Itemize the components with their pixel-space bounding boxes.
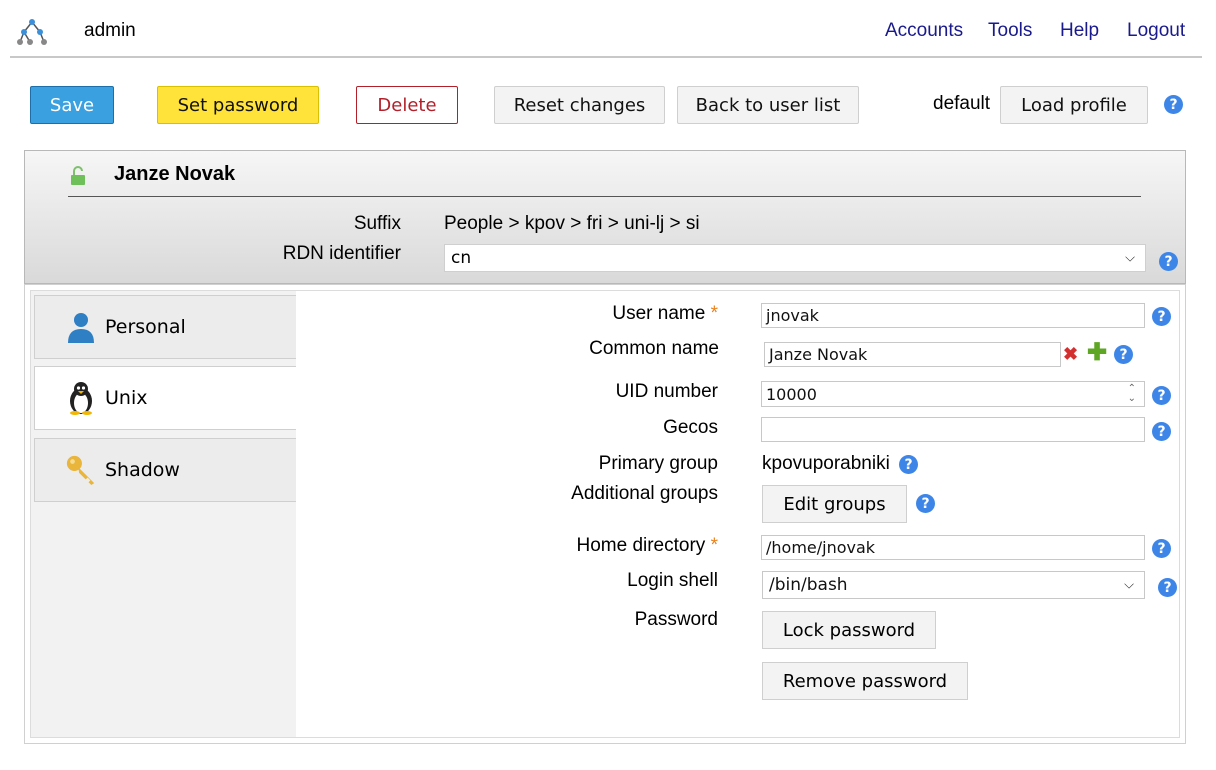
uid-number-value: 10000 xyxy=(766,384,817,404)
tab-unix[interactable]: Unix xyxy=(34,366,296,430)
reset-changes-button[interactable]: Reset changes xyxy=(494,86,665,124)
tab-label: Unix xyxy=(105,387,148,409)
login-shell-label: Login shell xyxy=(627,570,718,591)
help-icon[interactable]: ? xyxy=(1152,539,1171,558)
gecos-label: Gecos xyxy=(663,417,718,438)
edit-groups-button[interactable]: Edit groups xyxy=(762,485,907,523)
help-icon[interactable]: ? xyxy=(1152,386,1171,405)
nav-accounts[interactable]: Accounts xyxy=(885,20,963,42)
profile-name: default xyxy=(933,93,991,114)
nav-logout[interactable]: Logout xyxy=(1127,20,1185,42)
title-divider xyxy=(68,196,1141,197)
delete-button[interactable]: Delete xyxy=(356,86,458,124)
tab-label: Shadow xyxy=(105,459,180,481)
lock-password-button[interactable]: Lock password xyxy=(762,611,936,649)
additional-groups-label: Additional groups xyxy=(571,483,718,504)
rdn-select-value: cn xyxy=(451,248,472,268)
user-name-input[interactable]: jnovak xyxy=(761,303,1145,328)
load-profile-button[interactable]: Load profile xyxy=(1000,86,1148,124)
chevron-down-icon: ⌵ xyxy=(1124,577,1134,593)
help-icon[interactable]: ? xyxy=(916,494,935,513)
gecos-input[interactable] xyxy=(761,417,1145,442)
login-shell-value: /bin/bash xyxy=(769,575,848,595)
key-icon xyxy=(65,453,97,487)
chevron-down-icon: ⌵ xyxy=(1125,250,1135,266)
penguin-icon xyxy=(65,381,97,415)
help-icon[interactable]: ? xyxy=(899,455,918,474)
spinner-arrows-icon[interactable]: ⌃ ⌄ xyxy=(1128,384,1136,404)
remove-icon[interactable]: ✖ xyxy=(1063,345,1079,363)
user-name-label: User name * xyxy=(612,303,718,324)
login-shell-select[interactable]: /bin/bash ⌵ xyxy=(762,571,1145,599)
tab-label: Personal xyxy=(105,316,186,338)
person-icon xyxy=(65,310,97,344)
add-icon[interactable]: ✚ xyxy=(1087,341,1107,365)
save-button[interactable]: Save xyxy=(30,86,114,124)
common-name-input[interactable]: Janze Novak xyxy=(764,342,1061,367)
suffix-value: People > kpov > fri > uni-lj > si xyxy=(444,213,700,234)
help-icon[interactable]: ? xyxy=(1158,578,1177,597)
tab-shadow[interactable]: Shadow xyxy=(34,438,296,502)
app-logo xyxy=(17,19,47,45)
home-directory-input[interactable]: /home/jnovak xyxy=(761,535,1145,560)
help-icon[interactable]: ? xyxy=(1164,95,1183,114)
help-icon[interactable]: ? xyxy=(1114,345,1133,364)
primary-group-value: kpovuporabniki xyxy=(762,453,890,474)
primary-group-label: Primary group xyxy=(598,453,718,474)
remove-password-button[interactable]: Remove password xyxy=(762,662,968,700)
set-password-button[interactable]: Set password xyxy=(157,86,319,124)
common-name-label: Common name xyxy=(589,338,719,359)
help-icon[interactable]: ? xyxy=(1152,307,1171,326)
tab-personal[interactable]: Personal xyxy=(34,295,296,359)
rdn-label: RDN identifier xyxy=(282,243,401,264)
rdn-select[interactable]: cn ⌵ xyxy=(444,244,1146,272)
nav-tools[interactable]: Tools xyxy=(988,20,1032,42)
header-divider xyxy=(10,56,1202,58)
required-mark: * xyxy=(710,535,718,556)
required-mark: * xyxy=(710,303,718,324)
home-directory-label: Home directory * xyxy=(576,535,718,556)
help-icon[interactable]: ? xyxy=(1152,422,1171,441)
back-to-user-list-button[interactable]: Back to user list xyxy=(677,86,859,124)
uid-number-label: UID number xyxy=(615,381,718,402)
lock-open-icon xyxy=(71,166,85,185)
help-icon[interactable]: ? xyxy=(1159,252,1178,271)
uid-number-input[interactable]: 10000 ⌃ ⌄ xyxy=(761,381,1145,407)
suffix-label: Suffix xyxy=(353,213,401,234)
logged-in-user: admin xyxy=(84,20,136,41)
password-label: Password xyxy=(634,609,718,630)
account-name-title: Janze Novak xyxy=(114,163,236,185)
nav-help[interactable]: Help xyxy=(1060,20,1099,42)
